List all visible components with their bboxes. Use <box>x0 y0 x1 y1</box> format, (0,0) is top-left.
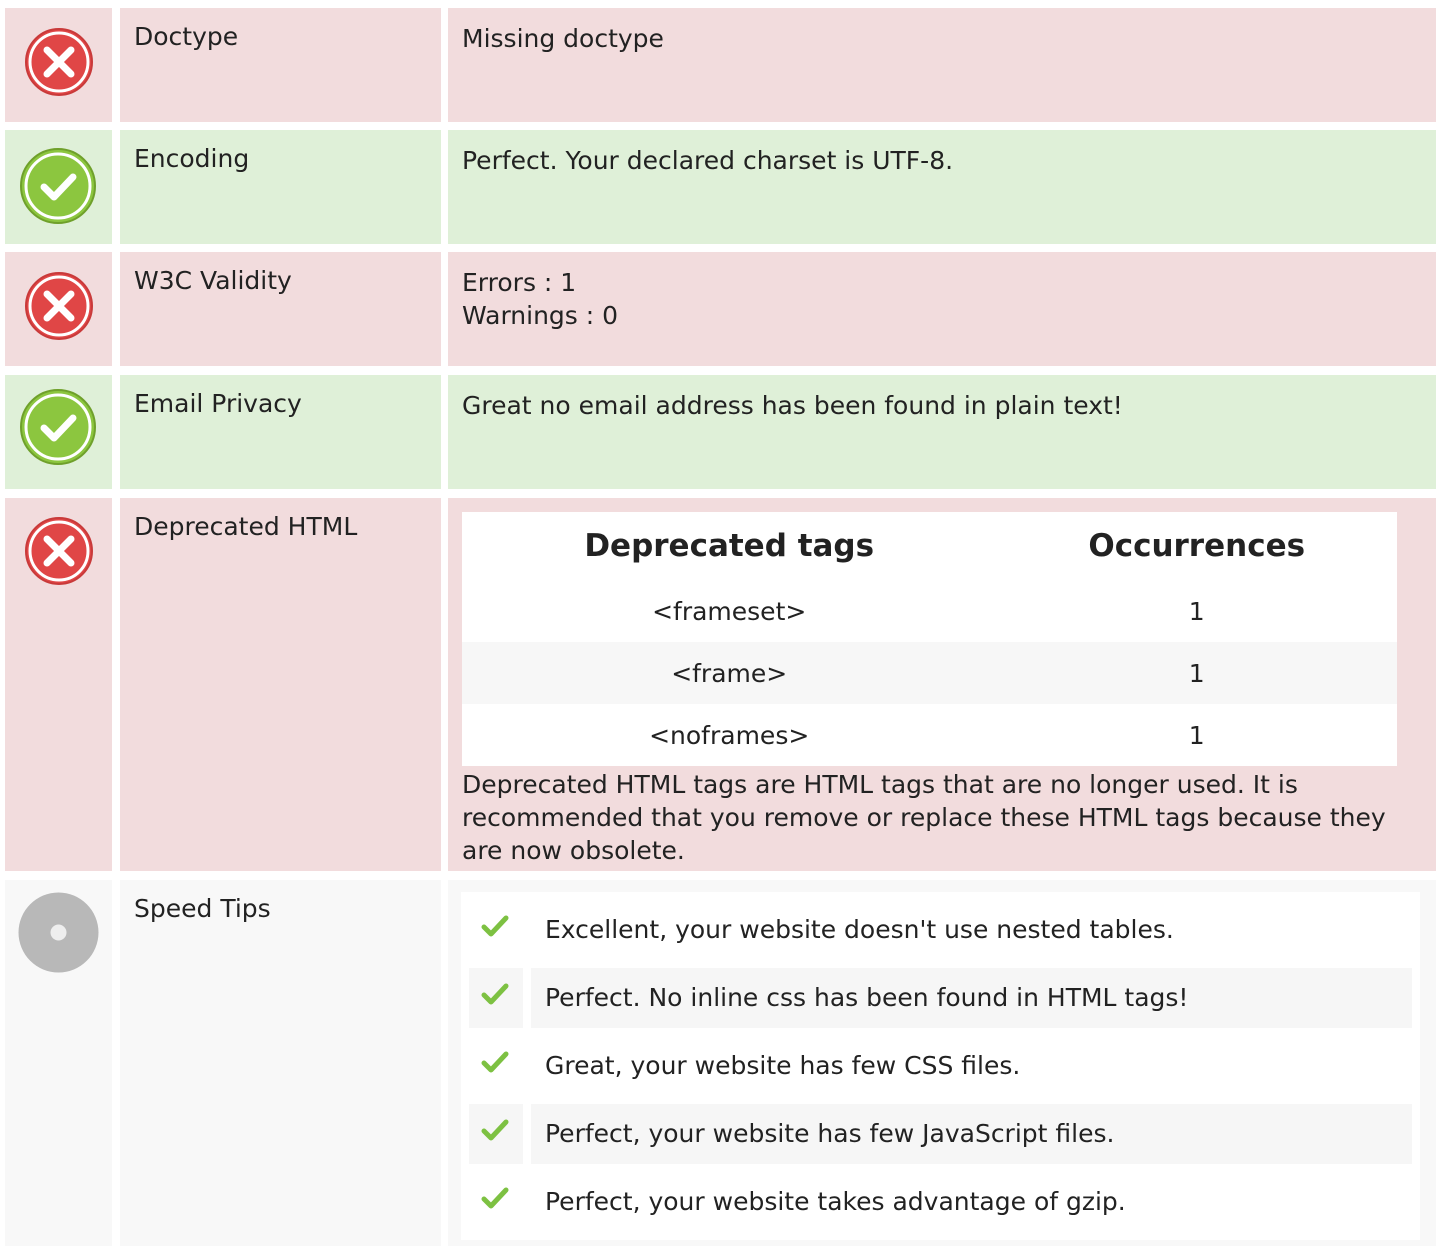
email-label-cell: Email Privacy <box>120 375 441 489</box>
check-icon <box>469 1036 523 1096</box>
table-row: <noframes> 1 <box>462 704 1397 766</box>
encoding-label-cell: Encoding <box>120 130 441 244</box>
table-row: <frameset> 1 <box>462 580 1397 642</box>
list-item: Perfect, your website has few JavaScript… <box>469 1104 1412 1164</box>
doctype-label-cell: Doctype <box>120 8 441 122</box>
speed-label-cell: Speed Tips <box>120 880 441 1246</box>
list-item: Excellent, your website doesn't use nest… <box>469 900 1412 960</box>
w3c-warnings: Warnings : 0 <box>462 301 619 330</box>
deprecated-note: Deprecated HTML tags are HTML tags that … <box>462 770 1386 865</box>
email-row: Email Privacy Great no email address has… <box>5 375 1436 489</box>
deprecated-status-cell <box>5 498 112 871</box>
check-icon <box>469 900 523 960</box>
list-item: Perfect, your website takes advantage of… <box>469 1172 1412 1232</box>
tip-text: Perfect, your website takes advantage of… <box>545 1187 1126 1216</box>
doctype-status-cell <box>5 8 112 122</box>
deprecated-row: Deprecated HTML Deprecated tags Occurren… <box>5 498 1436 871</box>
count-cell: 1 <box>996 642 1397 704</box>
w3c-label-cell: W3C Validity <box>120 252 441 366</box>
w3c-value-cell: Errors : 1 Warnings : 0 <box>448 252 1436 366</box>
deprecated-label: Deprecated HTML <box>134 512 358 541</box>
deprecated-label-cell: Deprecated HTML <box>120 498 441 871</box>
encoding-label: Encoding <box>134 144 250 173</box>
w3c-status-cell <box>5 252 112 366</box>
column-header-tags: Deprecated tags <box>462 512 997 580</box>
check-icon <box>469 968 523 1028</box>
tip-text: Great, your website has few CSS files. <box>545 1051 1021 1080</box>
email-label: Email Privacy <box>134 389 302 418</box>
encoding-value-cell: Perfect. Your declared charset is UTF-8. <box>448 130 1436 244</box>
encoding-value: Perfect. Your declared charset is UTF-8. <box>462 146 954 175</box>
deprecated-value-cell: Deprecated tags Occurrences <frameset> 1… <box>448 498 1436 871</box>
error-icon <box>24 27 94 97</box>
success-icon <box>19 147 97 225</box>
doctype-value: Missing doctype <box>462 24 664 53</box>
doctype-label: Doctype <box>134 22 239 51</box>
tip-text: Excellent, your website doesn't use nest… <box>545 915 1174 944</box>
tip-text: Perfect. No inline css has been found in… <box>531 968 1412 1028</box>
tag-cell: <frameset> <box>652 596 807 626</box>
w3c-label: W3C Validity <box>134 266 292 295</box>
error-icon <box>24 516 94 586</box>
doctype-row: Doctype Missing doctype <box>5 8 1436 122</box>
check-icon <box>469 1172 523 1232</box>
encoding-status-cell <box>5 130 112 244</box>
deprecated-tags-table: Deprecated tags Occurrences <frameset> 1… <box>462 512 1397 766</box>
list-item: Great, your website has few CSS files. <box>469 1036 1412 1096</box>
speed-tips-list: Excellent, your website doesn't use nest… <box>461 892 1420 1240</box>
success-icon <box>19 388 97 466</box>
count-cell: 1 <box>1188 596 1205 626</box>
count-cell: 1 <box>1188 720 1205 750</box>
tip-text: Perfect, your website has few JavaScript… <box>531 1104 1412 1164</box>
encoding-row: Encoding Perfect. Your declared charset … <box>5 130 1436 244</box>
doctype-value-cell: Missing doctype <box>448 8 1436 122</box>
speed-status-cell <box>5 880 112 1246</box>
column-header-occurrences: Occurrences <box>996 512 1397 580</box>
error-icon <box>24 271 94 341</box>
email-status-cell <box>5 375 112 489</box>
list-item: Perfect. No inline css has been found in… <box>469 968 1412 1028</box>
table-row: <frame> 1 <box>462 642 1397 704</box>
neutral-icon <box>18 892 99 973</box>
tag-cell: <frame> <box>462 642 997 704</box>
email-value-cell: Great no email address has been found in… <box>448 375 1436 489</box>
w3c-row: W3C Validity Errors : 1 Warnings : 0 <box>5 252 1436 366</box>
email-value: Great no email address has been found in… <box>462 391 1123 420</box>
check-icon <box>469 1104 523 1164</box>
w3c-errors: Errors : 1 <box>462 268 577 297</box>
deprecated-table-header: Deprecated tags Occurrences <box>462 512 1397 580</box>
speed-label: Speed Tips <box>134 894 271 923</box>
tag-cell: <noframes> <box>649 720 810 750</box>
